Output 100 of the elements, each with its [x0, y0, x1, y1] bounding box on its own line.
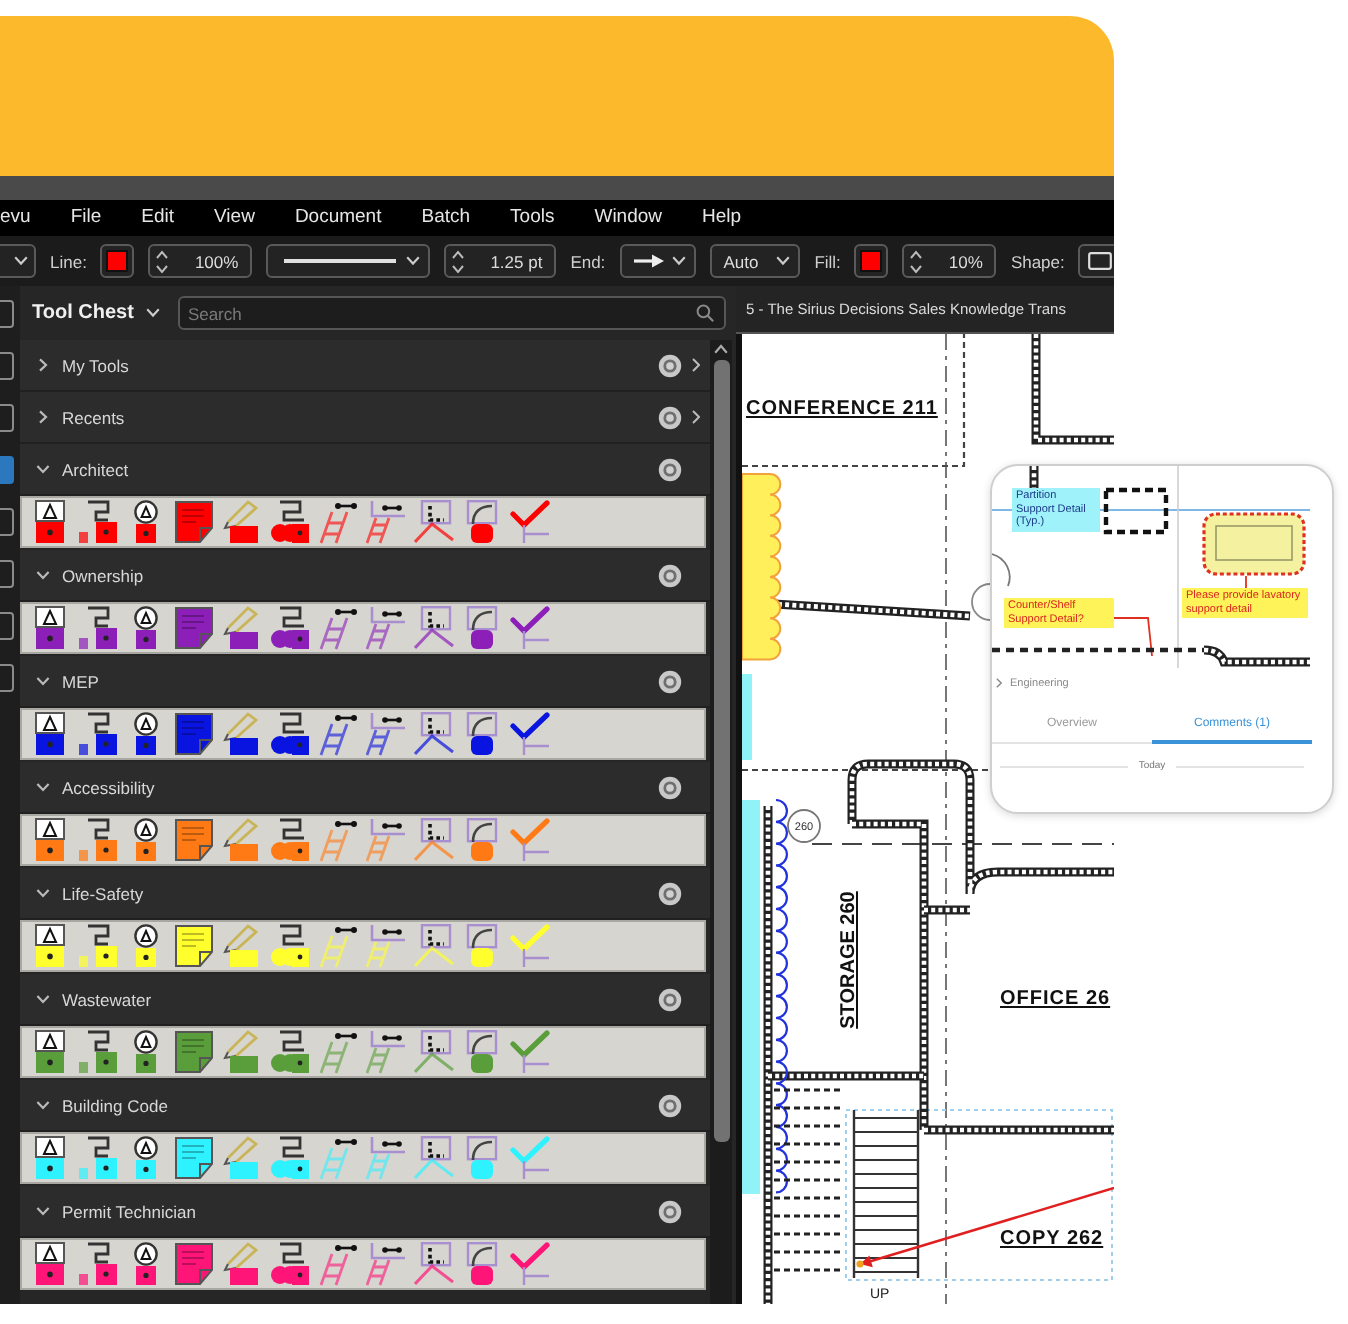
check-icon[interactable] — [510, 1136, 550, 1180]
note-icon[interactable] — [174, 712, 214, 756]
menu-item[interactable]: Document — [294, 206, 382, 230]
color-picker-button[interactable] — [100, 244, 135, 278]
callout-icon[interactable] — [78, 712, 118, 756]
section-header[interactable]: Building Code — [20, 1080, 710, 1132]
number-field[interactable]: 100% — [148, 244, 253, 278]
area-icon[interactable] — [366, 818, 406, 862]
gear-icon[interactable] — [658, 353, 682, 377]
gear-icon[interactable] — [658, 405, 682, 429]
area-icon[interactable] — [366, 1242, 406, 1286]
text-stamp-icon[interactable] — [30, 924, 70, 968]
dimension-icon[interactable] — [318, 500, 358, 544]
text-stamp-icon[interactable] — [30, 818, 70, 862]
note-icon[interactable] — [174, 606, 214, 650]
cloud-icon[interactable] — [270, 924, 310, 968]
cloud-icon[interactable] — [270, 712, 310, 756]
shape-icon[interactable] — [462, 1030, 502, 1074]
search-icon[interactable] — [696, 304, 714, 322]
area-icon[interactable] — [366, 924, 406, 968]
section-header[interactable]: My Tools — [20, 340, 710, 392]
sidebar-tool-icon[interactable] — [0, 508, 14, 536]
dimension-icon[interactable] — [318, 924, 358, 968]
line-style-dropdown[interactable] — [266, 244, 431, 278]
chevron-right-icon[interactable] — [996, 678, 1002, 688]
gear-icon[interactable] — [658, 775, 682, 799]
section-header[interactable]: MEP — [20, 656, 710, 708]
note-icon[interactable] — [174, 818, 214, 862]
callout-icon[interactable] — [78, 924, 118, 968]
cloud-icon[interactable] — [270, 818, 310, 862]
area-icon[interactable] — [366, 1136, 406, 1180]
text-stamp-icon[interactable] — [30, 712, 70, 756]
gear-icon[interactable] — [658, 1093, 682, 1117]
gear-icon[interactable] — [658, 563, 682, 587]
polygon-icon[interactable] — [414, 606, 454, 650]
gear-icon[interactable] — [658, 881, 682, 905]
dimension-icon[interactable] — [318, 1242, 358, 1286]
polygon-icon[interactable] — [414, 1242, 454, 1286]
callout-icon[interactable] — [78, 606, 118, 650]
section-header[interactable]: Architect — [20, 444, 710, 496]
pencil-icon[interactable] — [222, 712, 262, 756]
note-icon[interactable] — [174, 1242, 214, 1286]
text-stamp-icon[interactable] — [30, 1030, 70, 1074]
note-icon[interactable] — [174, 1136, 214, 1180]
dimension-icon[interactable] — [318, 606, 358, 650]
sidebar-tool-icon[interactable] — [0, 612, 14, 640]
tool-dropdown[interactable] — [0, 244, 36, 278]
callout-icon[interactable] — [78, 1136, 118, 1180]
menu-item[interactable]: Batch — [421, 206, 471, 230]
check-icon[interactable] — [510, 1242, 550, 1286]
sidebar-tool-icon[interactable] — [0, 300, 14, 328]
text-stamp-icon[interactable] — [30, 500, 70, 544]
gear-icon[interactable] — [658, 669, 682, 693]
sidebar-tool-icon[interactable] — [0, 664, 14, 692]
polygon-icon[interactable] — [414, 1030, 454, 1074]
check-icon[interactable] — [510, 500, 550, 544]
number-field[interactable]: 1.25 pt — [444, 244, 557, 278]
shape-icon[interactable] — [462, 1242, 502, 1286]
section-header[interactable]: Permit Technician — [20, 1186, 710, 1238]
line-end-dropdown[interactable] — [619, 244, 696, 278]
menu-item[interactable]: evu — [0, 206, 31, 230]
section-header[interactable]: Accessibility — [20, 762, 710, 814]
check-icon[interactable] — [510, 606, 550, 650]
shape-icon[interactable] — [462, 818, 502, 862]
menu-item[interactable]: Window — [594, 206, 663, 230]
callout-icon[interactable] — [78, 1242, 118, 1286]
chevron-right-icon[interactable] — [692, 410, 700, 424]
callout-icon[interactable] — [78, 500, 118, 544]
callout-icon[interactable] — [78, 818, 118, 862]
menu-item[interactable]: Help — [702, 206, 742, 230]
note-icon[interactable] — [174, 924, 214, 968]
dimension-icon[interactable] — [318, 1030, 358, 1074]
gear-icon[interactable] — [658, 457, 682, 481]
dimension-icon[interactable] — [318, 1136, 358, 1180]
gear-icon[interactable] — [658, 987, 682, 1011]
section-header[interactable]: Recents — [20, 392, 710, 444]
caret-up-icon[interactable] — [714, 344, 728, 354]
area-icon[interactable] — [366, 606, 406, 650]
check-icon[interactable] — [510, 1030, 550, 1074]
shape-icon[interactable] — [462, 1136, 502, 1180]
polygon-icon[interactable] — [414, 818, 454, 862]
cloud-icon[interactable] — [270, 500, 310, 544]
cloud-icon[interactable] — [270, 606, 310, 650]
polygon-icon[interactable] — [414, 712, 454, 756]
shape-icon[interactable] — [462, 500, 502, 544]
shape-icon[interactable] — [462, 712, 502, 756]
section-header[interactable]: Life-Safety — [20, 868, 710, 920]
polygon-icon[interactable] — [414, 924, 454, 968]
search-field[interactable]: Search — [177, 296, 726, 330]
cloud-icon[interactable] — [270, 1136, 310, 1180]
cloud-icon[interactable] — [270, 1242, 310, 1286]
note-icon[interactable] — [174, 1030, 214, 1074]
area-icon[interactable] — [366, 500, 406, 544]
menu-item[interactable]: View — [214, 206, 255, 230]
check-icon[interactable] — [510, 712, 550, 756]
polygon-icon[interactable] — [414, 500, 454, 544]
polygon-icon[interactable] — [414, 1136, 454, 1180]
chevron-right-icon[interactable] — [692, 358, 700, 372]
pencil-icon[interactable] — [222, 606, 262, 650]
check-icon[interactable] — [510, 818, 550, 862]
